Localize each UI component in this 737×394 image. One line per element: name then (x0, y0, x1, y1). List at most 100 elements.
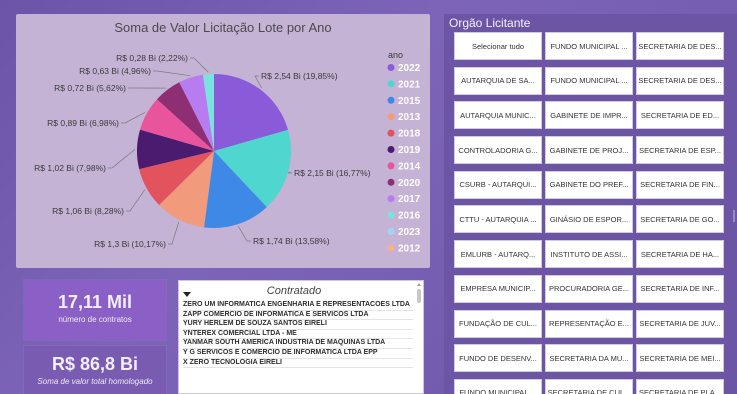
legend-item-2020[interactable]: 2020 (398, 178, 421, 189)
orgao-option-button[interactable]: SECRETARIA DE DES... (636, 32, 724, 60)
pie-data-label: R$ 0,63 Bi (4,96%) (79, 66, 151, 76)
pie-leader-line (108, 149, 136, 169)
contratado-list-item[interactable]: ZAPP COMERCIO DE INFORMATICA E SERVICOS … (183, 311, 413, 321)
pie-chart-panel: Soma de Valor Licitação Lote por Ano R$ … (16, 14, 430, 268)
contratado-list-item[interactable]: X ZERO TECNOLOGIA EIRELI (183, 359, 413, 369)
pie-chart: R$ 2,54 Bi (19,85%) R$ 2,15 Bi (16,77%) R$… (34, 50, 421, 254)
orgao-option-button[interactable]: SECRETARIA DE PLA... (636, 378, 724, 394)
pie-data-label: R$ 1,06 Bi (8,28%) (52, 206, 124, 216)
legend-marker-2023[interactable] (387, 228, 395, 235)
orgao-option-button[interactable]: SECRETARIA DE JUV... (636, 309, 724, 338)
orgao-option-button[interactable]: REPRESENTAÇÃO E... (545, 309, 633, 338)
orgao-option-button[interactable]: FUNDO MUNICIPAL ... (545, 32, 633, 60)
pie-data-label: R$ 2,54 Bi (19,85%) (261, 71, 338, 81)
orgao-option-button[interactable]: GINÁSIO DE ESPOR... (545, 205, 633, 234)
legend-item-2015[interactable]: 2015 (398, 96, 421, 107)
contratado-list-item[interactable]: YNTEREX COMERCIAL LTDA - ME (183, 330, 413, 340)
pie-data-label: R$ 0,28 Bi (2,22%) (116, 53, 188, 63)
legend-marker-2022[interactable] (387, 64, 395, 71)
pie-leader-line (190, 57, 209, 73)
legend-marker-2019[interactable] (387, 146, 395, 153)
legend-item-2018[interactable]: 2018 (398, 129, 421, 140)
contratado-list-item[interactable]: Y G SERVICOS E COMERCIO DE INFORMATICA L… (183, 349, 413, 359)
legend-item-2017[interactable]: 2017 (398, 194, 421, 205)
legend-marker-2012[interactable] (387, 244, 395, 252)
legend-item-2021[interactable]: 2021 (398, 79, 421, 90)
legend-marker-2015[interactable] (387, 96, 395, 104)
pie-data-label: R$ 0,89 Bi (6,98%) (47, 118, 119, 128)
pie-leader-line (121, 112, 146, 124)
orgao-option-button[interactable]: SECRETARIA DE FIN... (636, 170, 724, 199)
orgao-option-button[interactable]: AUTARQUIA MUNIC... (454, 101, 542, 130)
pie-leader-line (237, 225, 251, 242)
legend-title: ano (388, 50, 403, 60)
orgao-option-button[interactable]: SECRETARIA DE HA... (636, 240, 724, 269)
kpi-homologated-card: R$ 86,8 Bi Soma de valor total homologad… (24, 346, 166, 394)
orgao-option-button[interactable]: CONTROLADORIA G... (454, 136, 542, 165)
legend-marker-2014[interactable] (387, 162, 395, 170)
orgao-option-button[interactable]: SECRETARIA DE DES... (636, 66, 724, 95)
orgao-option-button[interactable]: FUNDO DE DESENV... (454, 344, 542, 373)
contratado-list-item[interactable]: ZERO UM INFORMATICA ENGENHARIA E REPRESE… (183, 301, 413, 311)
contratado-list[interactable]: ZERO UM INFORMATICA ENGENHARIA E REPRESE… (179, 301, 423, 369)
kpi-contracts-label: número de contratos (58, 315, 132, 324)
legend-item-2016[interactable]: 2016 (398, 211, 421, 222)
orgao-option-button[interactable]: CSURB - AUTARQUI... (454, 170, 542, 199)
orgao-option-button[interactable]: SECRETARIA DE ED... (636, 101, 724, 130)
pie-leader-line (153, 70, 191, 77)
pie-data-label: R$ 0,72 Bi (5,62%) (54, 83, 126, 93)
orgao-button-grid: Selecionar tudo FUNDO MUNICIPAL ... SECRET… (454, 32, 737, 394)
orgao-option-button[interactable]: SECRETARIA DE CUL... (545, 378, 633, 394)
orgao-option-button[interactable]: PROCURADORIA GE... (545, 274, 633, 303)
orgao-option-button[interactable]: SECRETARIA DE INF... (636, 274, 724, 303)
orgao-option-button[interactable]: GABINETE DE IMPR... (545, 101, 633, 130)
select-all-button[interactable]: Selecionar tudo (454, 32, 542, 60)
legend-marker-2021[interactable] (387, 80, 395, 88)
legend-marker-2016[interactable] (387, 211, 395, 219)
kpi-contracts-value: 17,11 Mil (57, 292, 133, 312)
orgao-option-button[interactable]: SECRETARIA DE MEI... (636, 344, 724, 373)
orgao-option-button[interactable]: EMLURB - AUTARQ... (454, 240, 542, 269)
contratado-list-item[interactable]: YANMAR SOUTH AMERICA INDUSTRIA DE MAQUIN… (183, 339, 413, 349)
orgao-option-button[interactable]: FUNDAÇÃO DE CUL... (454, 309, 542, 338)
orgao-option-button[interactable]: SECRETARIA DA MU... (545, 344, 633, 373)
scroll-up-icon[interactable] (417, 283, 421, 286)
pie-data-label: R$ 1,3 Bi (10,17%) (94, 239, 166, 249)
kpi-homologated-value: R$ 86,8 Bi (51, 354, 139, 374)
pie-data-label: R$ 1,02 Bi (7,98%) (34, 163, 106, 173)
orgao-licitante-slicer: Orgão Licitante Selecionar tudo FUNDO MUN… (444, 14, 737, 394)
pie-data-label: R$ 1,74 Bi (13,58%) (253, 236, 330, 246)
legend-marker-2018[interactable] (387, 129, 395, 137)
legend-item-2022[interactable]: 2022 (398, 63, 421, 74)
contratado-scrollbar[interactable] (416, 283, 422, 393)
orgao-option-button[interactable]: CTTU - AUTARQUIA ... (454, 205, 542, 234)
legend-item-2012[interactable]: 2012 (398, 243, 421, 254)
kpi-contracts-card: 17,11 Mil número de contratos (24, 280, 166, 340)
orgao-option-button[interactable]: GABINETE DE PROJ... (545, 136, 633, 165)
orgao-option-button[interactable]: SECRETARIA DE GO... (636, 205, 724, 234)
pie-leader-line (287, 171, 292, 174)
legend-marker-2013[interactable] (387, 113, 395, 121)
legend-item-2023[interactable]: 2023 (398, 227, 421, 238)
contratado-list-item[interactable]: YURY HERLEM DE SOUZA SANTOS EIRELI (183, 320, 413, 330)
orgao-option-button[interactable]: GABINETE DO PREF... (545, 170, 633, 199)
pie-leader-line (168, 221, 180, 245)
panel-edge-marker (733, 210, 735, 222)
scroll-thumb[interactable] (417, 289, 421, 303)
legend-item-2014[interactable]: 2014 (398, 161, 421, 172)
orgao-option-button[interactable]: AUTARQUIA DE SA... (454, 66, 542, 95)
pie-leader-line (126, 189, 146, 212)
kpi-homologated-label: Soma de valor total homologado (37, 377, 153, 386)
legend-marker-2017[interactable] (387, 195, 395, 203)
legend-item-2013[interactable]: 2013 (398, 112, 421, 123)
orgao-licitante-title: Orgão Licitante (449, 16, 531, 30)
orgao-option-button[interactable]: EMPRESA MUNICIP... (454, 274, 542, 303)
orgao-option-button[interactable]: FUNDO MUNICIPAL ... (545, 66, 633, 95)
contratado-header[interactable]: Contratado (179, 281, 423, 301)
legend-marker-2020[interactable] (387, 178, 395, 186)
orgao-option-button[interactable]: FUNDO MUNICIPAL ... (454, 378, 542, 394)
orgao-option-button[interactable]: INSTITUTO DE ASSI... (545, 240, 633, 269)
orgao-option-button[interactable]: SECRETARIA DE ESP... (636, 136, 724, 165)
legend-item-2019[interactable]: 2019 (398, 145, 421, 156)
contratado-slicer[interactable]: Contratado ZERO UM INFORMATICA ENGENHARI… (178, 280, 424, 394)
